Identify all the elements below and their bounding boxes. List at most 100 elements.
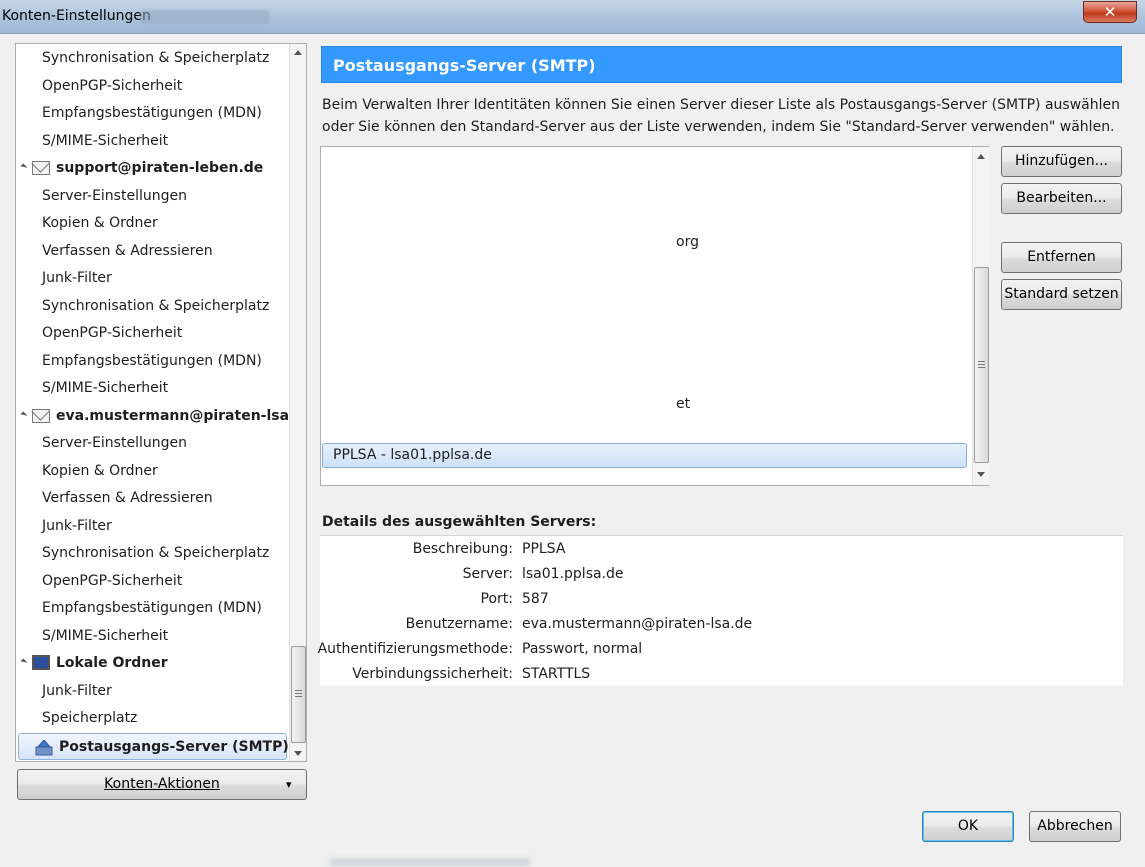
tree-scrollbar[interactable] <box>289 44 306 761</box>
server-list-fragment[interactable]: et <box>676 396 690 412</box>
tree-item[interactable]: Speicherplatz <box>16 705 287 732</box>
detail-key: Server: <box>462 566 513 582</box>
tree-item[interactable]: Kopien & Ordner <box>16 458 287 485</box>
tree-scroll-thumb[interactable] <box>291 646 306 743</box>
tree-item[interactable]: Kopien & Ordner <box>16 210 287 237</box>
tree-item-label: Kopien & Ordner <box>42 215 158 231</box>
cancel-label: Abbrechen <box>1037 818 1113 834</box>
tree-item[interactable]: Synchronisation & Speicherplatz <box>16 540 287 567</box>
tree-item[interactable]: Junk-Filter <box>16 513 287 540</box>
tree-item-label: Synchronisation & Speicherplatz <box>42 50 270 66</box>
detail-key: Authentifizierungsmethode: <box>317 641 513 657</box>
tree-account-item[interactable]: eva.mustermann@piraten-lsa.de <box>16 403 306 430</box>
detail-key: Verbindungssicherheit: <box>352 666 513 682</box>
tree-item-label: OpenPGP-Sicherheit <box>42 325 183 341</box>
tree-item[interactable]: Empfangsbestätigungen (MDN) <box>16 348 287 375</box>
detail-value: Passwort, normal <box>522 641 643 657</box>
detail-value: eva.mustermann@piraten-lsa.de <box>522 616 753 632</box>
smtp-server-list[interactable]: org et PPLSA - lsa01.pplsa.de <box>320 146 989 486</box>
tree-item[interactable]: Server-Einstellungen <box>16 183 287 210</box>
tree-item[interactable]: Verfassen & Adressieren <box>16 485 287 512</box>
expand-arrow-icon[interactable] <box>20 163 28 171</box>
tree-item-label: Verfassen & Adressieren <box>42 490 213 506</box>
detail-row: Port: 587 <box>320 587 1123 612</box>
tree-item[interactable]: S/MIME-Sicherheit <box>16 623 287 650</box>
tree-item[interactable]: Verfassen & Adressieren <box>16 238 287 265</box>
server-list-fragment[interactable]: org <box>676 234 699 250</box>
server-list-scrollbar[interactable] <box>972 147 989 485</box>
tree-item[interactable]: Synchronisation & Speicherplatz <box>16 45 287 72</box>
tree-item-label: S/MIME-Sicherheit <box>42 380 169 396</box>
add-server-button[interactable]: Hinzufügen... <box>1001 146 1122 177</box>
tree-item-label: Kopien & Ordner <box>42 462 158 479</box>
tree-item[interactable]: S/MIME-Sicherheit <box>16 375 287 402</box>
local-folders-icon <box>32 655 50 670</box>
edit-server-label: Bearbeiten... <box>1016 190 1107 206</box>
taskbar-blur <box>330 858 530 867</box>
tree-item[interactable]: OpenPGP-Sicherheit <box>16 320 287 347</box>
tree-item-label: eva.mustermann@piraten-lsa.de <box>56 407 307 424</box>
tree-item-label: Junk-Filter <box>42 270 112 286</box>
tree-item[interactable]: OpenPGP-Sicherheit <box>16 73 287 100</box>
tree-item[interactable]: Empfangsbestätigungen (MDN) <box>16 100 287 127</box>
set-default-button[interactable]: Standard setzen <box>1001 279 1122 310</box>
details-title: Details des ausgewählten Servers: <box>322 514 597 530</box>
page-header: Postausgangs-Server (SMTP) <box>321 46 1122 83</box>
scroll-up-arrow-icon[interactable] <box>977 154 985 159</box>
tree-item-label: OpenPGP-Sicherheit <box>42 572 183 589</box>
ok-label: OK <box>957 818 979 834</box>
tree-item-label: Empfangsbestätigungen (MDN) <box>42 600 262 616</box>
server-list-scroll-thumb[interactable] <box>974 267 989 463</box>
tree-item-label: OpenPGP-Sicherheit <box>42 77 183 94</box>
tree-account-item[interactable]: support@piraten-leben.de <box>16 155 287 182</box>
tree-item[interactable]: Server-Einstellungen <box>16 430 287 457</box>
tree-item[interactable]: S/MIME-Sicherheit <box>16 128 287 155</box>
ok-button[interactable]: OK <box>922 811 1014 842</box>
scroll-down-arrow-icon[interactable] <box>294 751 302 756</box>
tree-item-label: Junk-Filter <box>42 517 112 534</box>
detail-key: Beschreibung: <box>412 541 513 557</box>
detail-value: lsa01.pplsa.de <box>522 566 624 582</box>
tree-item[interactable]: Junk-Filter <box>16 265 287 292</box>
tree-item-label: Junk-Filter <box>42 682 112 699</box>
account-actions-label: Konten-Aktionen <box>104 776 220 792</box>
title-blur <box>140 10 270 24</box>
account-tree: Synchronisation & Speicherplatz OpenPGP-S… <box>15 43 307 762</box>
tree-item-label: Synchronisation & Speicherplatz <box>42 545 270 561</box>
detail-key: Port: <box>480 591 513 607</box>
tree-item-label: Server-Einstellungen <box>42 435 187 451</box>
detail-key: Benutzername: <box>405 616 513 632</box>
tree-item[interactable]: Synchronisation & Speicherplatz <box>16 293 287 320</box>
mail-account-icon <box>32 408 50 423</box>
account-actions-button[interactable]: Konten-Aktionen ▾ <box>17 769 307 800</box>
tree-account-item[interactable]: Lokale Ordner <box>16 650 287 677</box>
tree-item-label: Postausgangs-Server (SMTP) <box>59 738 289 755</box>
cancel-button[interactable]: Abbrechen <box>1029 811 1121 842</box>
tree-account-item[interactable]: Postausgangs-Server (SMTP) <box>18 732 289 760</box>
edit-server-button[interactable]: Bearbeiten... <box>1001 183 1122 214</box>
dropdown-arrow-icon: ▾ <box>286 778 292 791</box>
tree-item-label: support@piraten-leben.de <box>56 160 264 176</box>
scroll-up-arrow-icon[interactable] <box>294 50 302 55</box>
page-description: Beim Verwalten Ihrer Identitäten können … <box>322 97 1120 135</box>
scroll-down-arrow-icon[interactable] <box>977 472 985 477</box>
page-title: Postausgangs-Server (SMTP) <box>333 56 596 75</box>
tree-item[interactable]: Empfangsbestätigungen (MDN) <box>16 595 287 622</box>
title-bar: Konten-Einstellungen ✕ <box>0 0 1145 34</box>
tree-item-label: Empfangsbestätigungen (MDN) <box>42 105 262 121</box>
close-button[interactable]: ✕ <box>1083 1 1137 23</box>
remove-server-button[interactable]: Entfernen <box>1001 242 1122 273</box>
expand-arrow-icon[interactable] <box>20 410 28 419</box>
tree-item-label: Verfassen & Adressieren <box>42 242 213 259</box>
tree-item-label: Lokale Ordner <box>56 655 168 671</box>
tree-item-label: Empfangsbestätigungen (MDN) <box>42 352 262 369</box>
tree-item-label: S/MIME-Sicherheit <box>42 132 169 149</box>
expand-arrow-icon[interactable] <box>20 658 28 666</box>
outgoing-server-icon <box>35 738 53 755</box>
server-list-item-selected[interactable]: PPLSA - lsa01.pplsa.de <box>322 443 967 468</box>
detail-row: Beschreibung: PPLSA <box>320 537 1123 562</box>
detail-value: 587 <box>522 591 549 607</box>
tree-item[interactable]: OpenPGP-Sicherheit <box>16 568 287 595</box>
detail-row: Server: lsa01.pplsa.de <box>320 562 1123 587</box>
tree-item[interactable]: Junk-Filter <box>16 678 287 705</box>
